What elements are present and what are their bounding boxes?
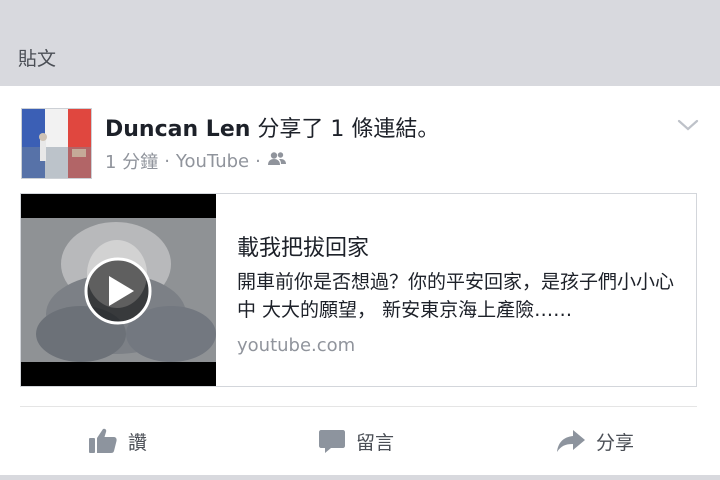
post-meta: 1 分鐘 · YouTube · [105,148,287,174]
like-button[interactable]: 讚 [88,424,147,458]
friends-icon[interactable] [267,151,287,172]
thumbs-up-icon [88,427,118,455]
action-divider [20,406,697,407]
link-title[interactable]: 載我把拔回家 [237,230,369,262]
share-button[interactable]: 分享 [556,424,634,458]
author-name[interactable]: Duncan Len [105,117,250,142]
comment-icon [318,427,346,455]
share-label: 分享 [596,431,635,454]
meta-separator: · [164,150,170,172]
link-description: 開車前你是否想過？你的平安回家，是孩子們小小心中 大大的願望， 新安東京海上產險… [237,271,675,321]
link-preview[interactable]: 載我把拔回家 開車前你是否想過？你的平安回家，是孩子們小小心中 大大的願望， 新… [20,193,697,387]
video-thumbnail[interactable] [21,194,216,386]
avatar-image [22,109,91,178]
share-action-text: 分享了 1 條連結。 [250,117,440,142]
post-headline: Duncan Len 分享了 1 條連結。 [105,111,439,143]
share-arrow-icon [556,428,586,454]
bottom-separator [0,475,720,480]
link-domain: youtube.com [237,335,356,356]
meta-separator-2: · [255,150,261,172]
like-label: 讚 [128,431,148,454]
chevron-down-icon[interactable] [676,116,700,134]
section-header: 貼文 [0,0,720,86]
section-title: 貼文 [18,48,57,70]
avatar[interactable] [21,108,92,179]
post-source[interactable]: YouTube [176,151,249,172]
post-time[interactable]: 1 分鐘 [105,148,158,174]
comment-label: 留言 [356,431,395,454]
comment-button[interactable]: 留言 [318,424,394,458]
